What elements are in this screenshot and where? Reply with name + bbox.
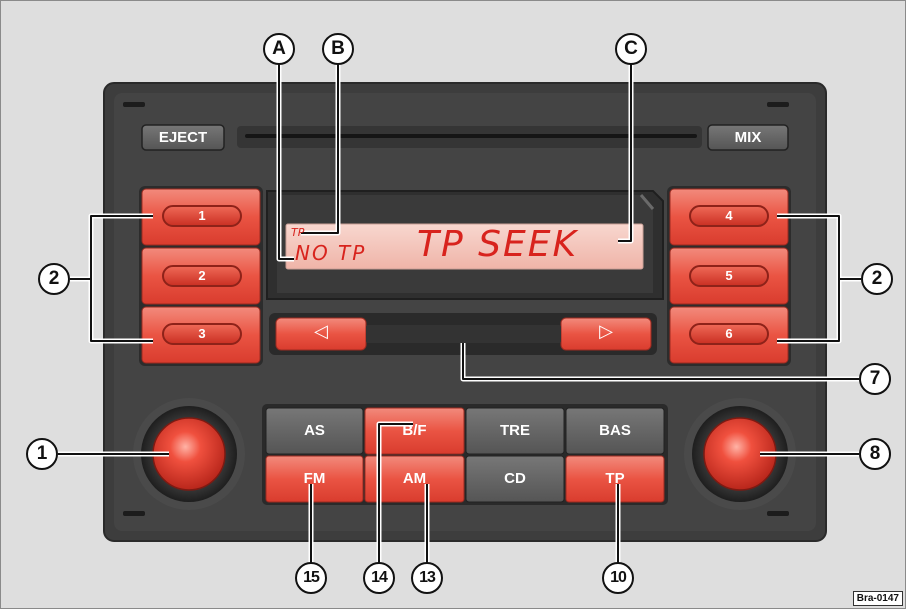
figure-reference: Bra-0147: [852, 591, 903, 606]
callout-a: A: [263, 33, 295, 65]
lcd-main-text: TP SEEK: [417, 224, 579, 265]
callout-7: 7: [859, 363, 891, 395]
callout-15: 15: [295, 562, 327, 594]
radio-illustration: [58, 64, 861, 578]
callout-10: 10: [602, 562, 634, 594]
lcd-tp-indicator: TP: [291, 226, 305, 239]
mix-button-shape: [707, 124, 789, 151]
callout-1: 1: [26, 438, 58, 470]
lcd-no-tp-text: NO TP: [295, 241, 367, 265]
callout-2-left: 2: [38, 263, 70, 295]
callout-2-right: 2: [861, 263, 893, 295]
callout-8: 8: [859, 438, 891, 470]
volume-knob[interactable]: [153, 418, 225, 490]
radio-diagram: EJECT MIX 1 2 3 4 5 6 ◁ ▷ AS B/F TRE BAS…: [0, 0, 906, 609]
callout-c: C: [615, 33, 647, 65]
callout-13: 13: [411, 562, 443, 594]
eject-button-shape: [141, 124, 225, 151]
callout-b: B: [322, 33, 354, 65]
tuning-knob[interactable]: [704, 418, 776, 490]
callout-14: 14: [363, 562, 395, 594]
